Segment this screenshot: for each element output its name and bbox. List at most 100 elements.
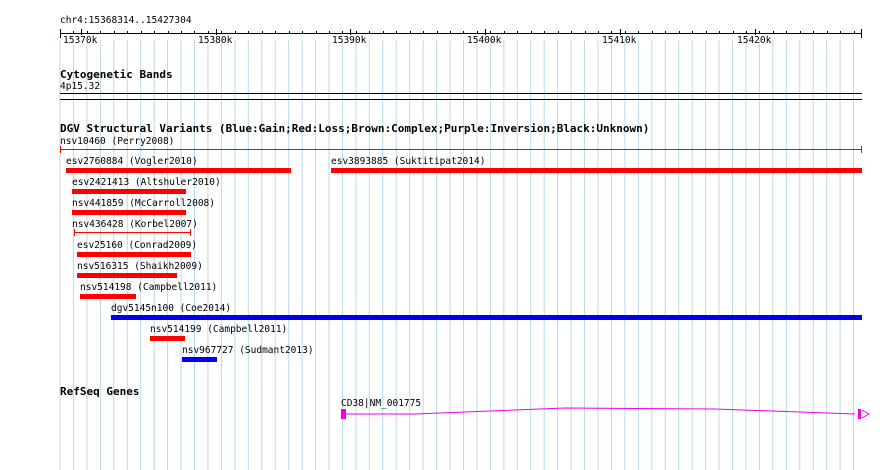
cytoband-label: 4p15.32 <box>60 81 101 92</box>
variant-label[interactable]: nsv10460 (Perry2008) <box>60 136 174 147</box>
ruler-minor-tick <box>154 31 155 34</box>
ruler-minor-tick <box>208 31 209 34</box>
ruler-minor-tick <box>773 31 774 34</box>
variant-bar[interactable] <box>111 315 862 320</box>
cytoband-line-top <box>60 93 862 94</box>
ruler-minor-tick <box>168 31 169 34</box>
ruler-tick-label: 15410k <box>602 35 637 46</box>
ruler-minor-tick <box>342 31 343 34</box>
ruler-minor-tick <box>235 31 236 34</box>
ruler-tick-label: 15370k <box>63 35 98 46</box>
ruler-minor-tick <box>759 31 760 34</box>
ruler-minor-tick <box>141 31 142 34</box>
ruler-minor-tick <box>665 31 666 34</box>
ruler-tick-label: 15420k <box>737 35 772 46</box>
ruler-minor-tick <box>719 31 720 34</box>
ruler-minor-tick <box>87 31 88 34</box>
cytobands-title: Cytogenetic Bands <box>60 68 173 81</box>
ruler-minor-tick <box>221 31 222 34</box>
ruler-minor-tick <box>625 31 626 34</box>
ruler-minor-tick <box>813 31 814 34</box>
ruler-minor-tick <box>692 31 693 34</box>
ruler-minor-tick <box>571 31 572 34</box>
ruler-minor-tick <box>423 31 424 34</box>
ruler-minor-tick <box>517 31 518 34</box>
ruler-minor-tick <box>60 31 61 34</box>
coordinate-label: chr4:15368314..15427304 <box>60 15 192 26</box>
ruler-tick-label: 15380k <box>198 35 233 46</box>
variant-label[interactable]: nsv516315 (Shaikh2009) <box>77 261 203 272</box>
ruler-minor-tick <box>329 31 330 34</box>
variant-bar[interactable] <box>72 189 186 194</box>
variant-bar[interactable] <box>150 336 185 341</box>
ruler-minor-tick <box>679 31 680 34</box>
gene-exon-end <box>858 409 861 419</box>
variant-label[interactable]: esv25160 (Conrad2009) <box>77 240 197 251</box>
ruler-minor-tick <box>356 31 357 34</box>
ruler-minor-tick <box>100 31 101 34</box>
variant-cap <box>190 229 191 236</box>
variant-bar[interactable] <box>60 149 862 150</box>
ruler-minor-tick <box>248 31 249 34</box>
dgv-title: DGV Structural Variants (Blue:Gain;Red:L… <box>60 122 650 135</box>
ruler-minor-tick <box>73 31 74 34</box>
ruler-minor-tick <box>289 31 290 34</box>
variant-bar[interactable] <box>182 357 217 362</box>
ruler-minor-tick <box>396 31 397 34</box>
ruler-minor-tick <box>531 31 532 34</box>
variant-cap <box>861 146 862 153</box>
ruler-minor-tick <box>181 31 182 34</box>
variant-bar[interactable] <box>66 168 291 173</box>
ruler-minor-tick <box>275 31 276 34</box>
gene-model[interactable] <box>335 404 875 424</box>
gene-intron-line <box>345 407 856 415</box>
ruler-end-cap <box>861 29 862 38</box>
ruler-minor-tick <box>652 31 653 34</box>
ruler-minor-tick <box>437 31 438 34</box>
ruler-minor-tick <box>490 31 491 34</box>
ruler-minor-tick <box>746 31 747 34</box>
ruler-minor-tick <box>450 31 451 34</box>
ruler-tick-label: 15400k <box>467 35 502 46</box>
ruler-minor-tick <box>114 31 115 34</box>
variant-bar[interactable] <box>77 252 191 257</box>
variant-label[interactable]: nsv514198 (Campbell2011) <box>80 282 217 293</box>
variant-bar[interactable] <box>80 294 136 299</box>
gene-exon-start <box>341 409 346 419</box>
variant-bar[interactable] <box>77 273 177 278</box>
ruler-minor-tick <box>316 31 317 34</box>
ruler-minor-tick <box>827 31 828 34</box>
ruler-minor-tick <box>800 31 801 34</box>
strand-arrow-icon <box>861 409 871 419</box>
ruler-minor-tick <box>504 31 505 34</box>
variant-cap <box>60 146 61 153</box>
variant-bar[interactable] <box>72 210 186 215</box>
ruler-minor-tick <box>786 31 787 34</box>
ruler-minor-tick <box>611 31 612 34</box>
ruler-minor-tick <box>410 31 411 34</box>
cytoband-line-bottom <box>60 99 862 100</box>
ruler-tick-label: 15390k <box>332 35 367 46</box>
ruler-minor-tick <box>706 31 707 34</box>
ruler-minor-tick <box>127 31 128 34</box>
variant-label[interactable]: dgv5145n100 (Coe2014) <box>111 303 231 314</box>
ruler-minor-tick <box>840 31 841 34</box>
ruler-minor-tick <box>585 31 586 34</box>
ruler-minor-tick <box>733 31 734 34</box>
variant-label[interactable]: nsv514199 (Campbell2011) <box>150 324 287 335</box>
ruler-minor-tick <box>194 31 195 34</box>
variant-label[interactable]: nsv967727 (Sudmant2013) <box>182 345 314 356</box>
variant-label[interactable]: esv3893885 (Suktitipat2014) <box>331 156 485 167</box>
ruler-minor-tick <box>558 31 559 34</box>
variant-label[interactable]: nsv436428 (Korbel2007) <box>72 219 198 230</box>
variant-bar[interactable] <box>331 168 862 173</box>
variant-label[interactable]: esv2421413 (Altshuler2010) <box>72 177 221 188</box>
ruler-minor-tick <box>463 31 464 34</box>
variant-label[interactable]: nsv441859 (McCarroll2008) <box>72 198 215 209</box>
ruler-minor-tick <box>544 31 545 34</box>
variant-label[interactable]: esv2760884 (Vogler2010) <box>66 156 198 167</box>
ruler-minor-tick <box>638 31 639 34</box>
variant-bar[interactable] <box>74 232 191 233</box>
ruler-minor-tick <box>477 31 478 34</box>
ruler-minor-tick <box>598 31 599 34</box>
